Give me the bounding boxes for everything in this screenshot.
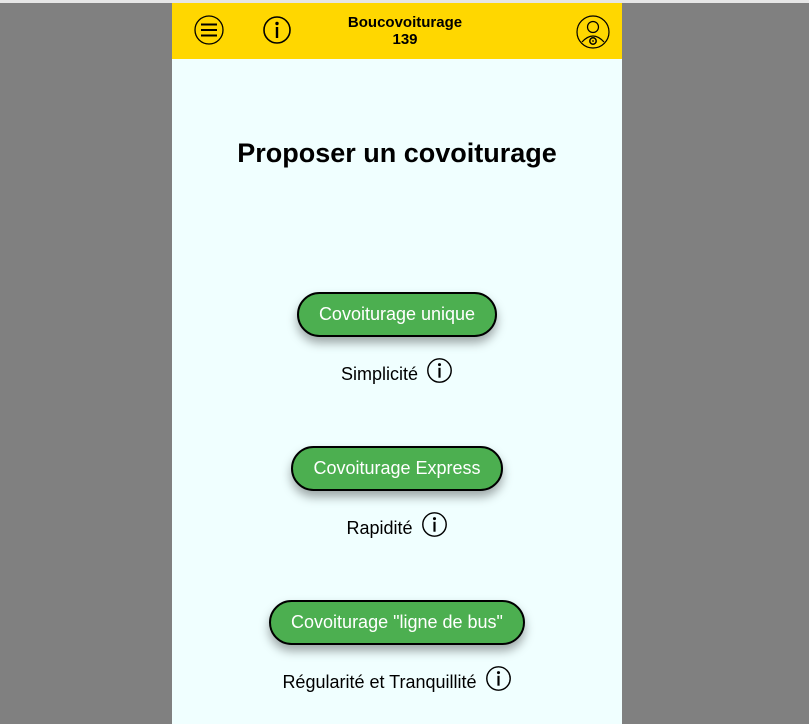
covoiturage-unique-button[interactable]: Covoiturage unique	[296, 292, 498, 337]
app-name: Boucovoiturage	[347, 14, 463, 31]
menu-button[interactable]	[194, 15, 224, 45]
option-description: Régularité et Tranquillité	[282, 672, 477, 692]
top-bar: Boucovoiturage 139	[172, 3, 622, 59]
option-ligne-de-bus: Covoiturage "ligne de bus" Régularité et…	[172, 600, 622, 696]
option-description-row: Rapidité	[172, 512, 622, 542]
info-icon[interactable]	[426, 357, 453, 384]
info-button[interactable]	[262, 15, 292, 45]
option-express: Covoiturage Express Rapidité	[172, 446, 622, 542]
info-icon	[262, 15, 292, 45]
page-title: Proposer un covoiturage	[237, 138, 557, 168]
app-number: 139	[392, 31, 418, 48]
option-unique: Covoiturage unique Simplicité	[172, 292, 622, 388]
driver-profile-icon	[576, 15, 610, 49]
option-description-row: Simplicité	[172, 358, 622, 388]
profile-button[interactable]	[576, 15, 610, 49]
app-title: Boucovoiturage 139	[322, 14, 488, 48]
option-description: Rapidité	[346, 518, 413, 538]
app-frame: Boucovoiturage 139 Proposer un covoitura…	[172, 3, 622, 724]
info-icon[interactable]	[421, 511, 448, 538]
option-description-row: Régularité et Tranquillité	[172, 666, 622, 696]
option-description: Simplicité	[340, 364, 419, 384]
covoiturage-ligne-de-bus-button[interactable]: Covoiturage "ligne de bus"	[269, 600, 525, 645]
hamburger-menu-icon	[194, 15, 224, 45]
info-icon[interactable]	[485, 665, 512, 692]
covoiturage-express-button[interactable]: Covoiturage Express	[291, 446, 503, 491]
